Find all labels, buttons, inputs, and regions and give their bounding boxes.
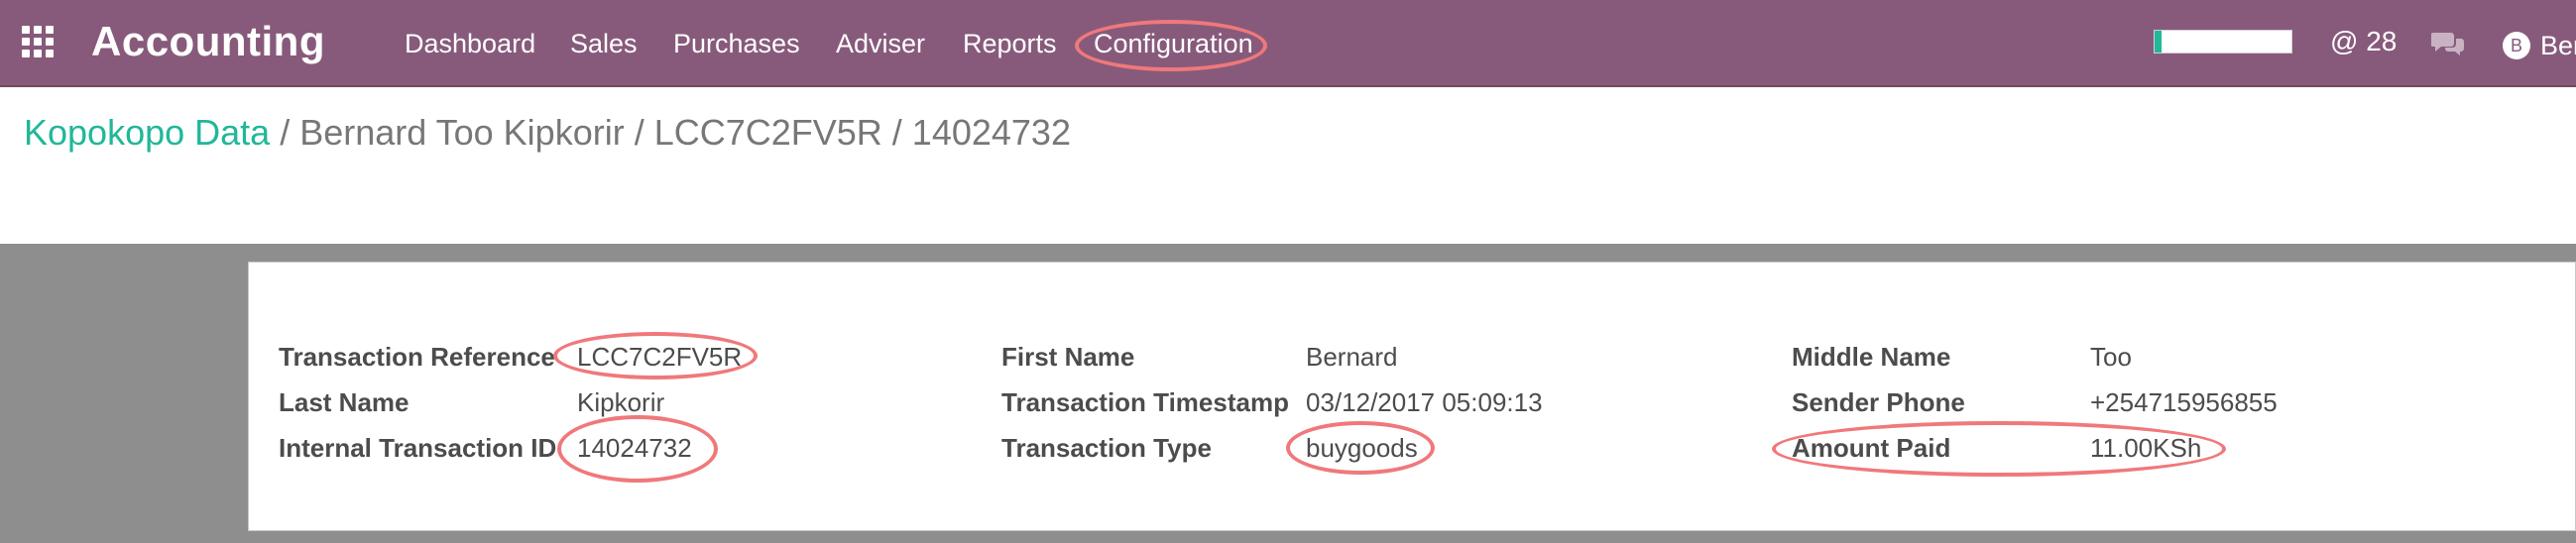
transaction-type-label: Transaction Type	[1001, 433, 1212, 463]
breadcrumb: Kopokopo Data / Bernard Too Kipkorir / LCC…	[24, 109, 1071, 157]
middle-name-value: Too	[2090, 342, 2132, 372]
last-name-value: Kipkorir	[577, 387, 665, 417]
app-title: Accounting	[91, 18, 325, 64]
transaction-timestamp-value: 03/12/2017 05:09:13	[1306, 387, 1543, 417]
internal-transaction-id-label: Internal Transaction ID	[279, 433, 557, 463]
activity-progress-bar[interactable]	[2154, 30, 2292, 54]
menu-configuration[interactable]: Configuration	[1094, 26, 1253, 61]
form-view-backdrop: Transaction Reference LCC7C2FV5R Last Na…	[0, 244, 2576, 543]
menu-purchases[interactable]: Purchases	[673, 26, 800, 61]
user-name: Ber	[2540, 31, 2576, 60]
main-navbar: Accounting Dashboard Sales Purchases Adv…	[0, 0, 2576, 87]
transaction-reference-label: Transaction Reference	[279, 342, 555, 372]
menu-sales[interactable]: Sales	[570, 26, 638, 61]
apps-grid-icon[interactable]	[20, 24, 56, 59]
breadcrumb-separator: /	[280, 112, 291, 153]
amount-paid-value: 11.00KSh	[2090, 433, 2202, 463]
menu-dashboard[interactable]: Dashboard	[405, 26, 535, 61]
mentions-counter[interactable]: @ 28	[2330, 24, 2397, 59]
first-name-label: First Name	[1001, 342, 1135, 372]
middle-name-label: Middle Name	[1792, 342, 1951, 372]
menu-reports[interactable]: Reports	[963, 26, 1057, 61]
transaction-reference-value: LCC7C2FV5R	[577, 342, 743, 372]
progress-fill	[2155, 31, 2162, 53]
user-avatar: B	[2503, 32, 2530, 59]
sender-phone-label: Sender Phone	[1792, 387, 1965, 417]
menu-adviser[interactable]: Adviser	[836, 26, 925, 61]
breadcrumb-root-link[interactable]: Kopokopo Data	[24, 112, 270, 153]
sender-phone-value: +254715956855	[2090, 387, 2278, 417]
transaction-type-value: buygoods	[1306, 433, 1418, 463]
last-name-label: Last Name	[279, 387, 410, 417]
form-sheet: Transaction Reference LCC7C2FV5R Last Na…	[248, 262, 2576, 531]
first-name-value: Bernard	[1306, 342, 1398, 372]
transaction-timestamp-label: Transaction Timestamp	[1001, 387, 1289, 417]
chat-bubbles-icon[interactable]	[2430, 30, 2465, 57]
breadcrumb-current: Bernard Too Kipkorir / LCC7C2FV5R / 1402…	[299, 112, 1071, 153]
internal-transaction-id-value: 14024732	[577, 433, 692, 463]
amount-paid-label: Amount Paid	[1792, 433, 1951, 463]
